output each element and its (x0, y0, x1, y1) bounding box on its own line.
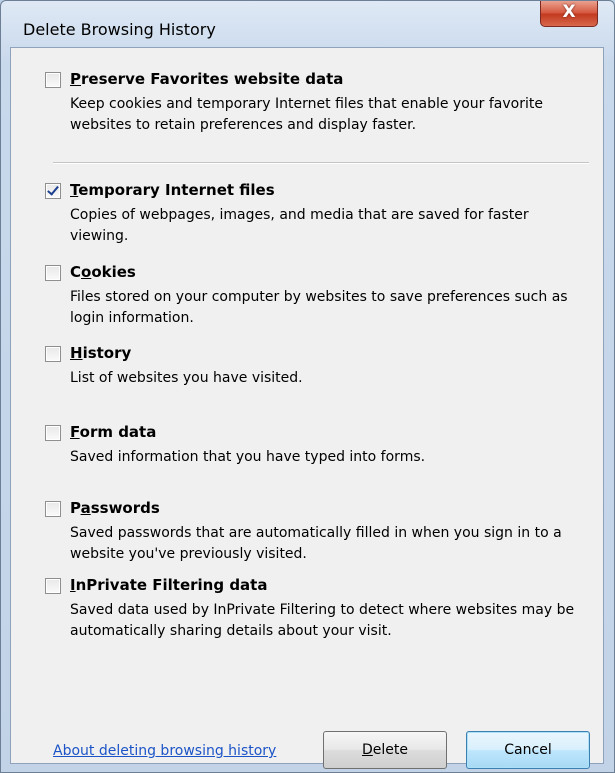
dialog-body: Preserve Favorites website data Keep coo… (10, 47, 604, 769)
option-description: Keep cookies and temporary Internet file… (70, 96, 543, 133)
close-icon: X (562, 2, 576, 22)
checkbox-passwords[interactable] (45, 501, 61, 517)
checkbox-history[interactable] (45, 346, 61, 362)
option-label[interactable]: Form data (70, 423, 156, 441)
option-description: List of websites you have visited. (70, 370, 303, 386)
option-label[interactable]: Cookies (70, 263, 136, 281)
checkbox-inprivate-filtering[interactable] (45, 578, 61, 594)
delete-button[interactable]: Delete (323, 731, 447, 769)
delete-browsing-history-dialog: Delete Browsing History X Preserve Favor… (0, 0, 615, 773)
option-description: Saved passwords that are automatically f… (70, 525, 562, 562)
checkbox-preserve-favorites[interactable] (45, 72, 61, 88)
option-label[interactable]: Preserve Favorites website data (70, 70, 343, 88)
checkbox-temporary-internet-files[interactable] (45, 183, 61, 199)
option-description: Saved information that you have typed in… (70, 449, 426, 465)
option-label[interactable]: History (70, 344, 131, 362)
separator (53, 162, 589, 164)
option-description: Files stored on your computer by website… (70, 289, 568, 326)
option-label[interactable]: Temporary Internet files (70, 181, 275, 199)
dialog-title: Delete Browsing History (23, 20, 216, 39)
close-button[interactable]: X (540, 1, 598, 27)
option-label[interactable]: InPrivate Filtering data (70, 576, 267, 594)
checkbox-form-data[interactable] (45, 425, 61, 441)
option-label[interactable]: Passwords (70, 499, 160, 517)
about-deleting-history-link[interactable]: About deleting browsing history (53, 743, 276, 759)
checkbox-cookies[interactable] (45, 265, 61, 281)
option-description: Copies of webpages, images, and media th… (70, 207, 529, 244)
cancel-button[interactable]: Cancel (466, 731, 590, 769)
option-description: Saved data used by InPrivate Filtering t… (70, 602, 575, 639)
